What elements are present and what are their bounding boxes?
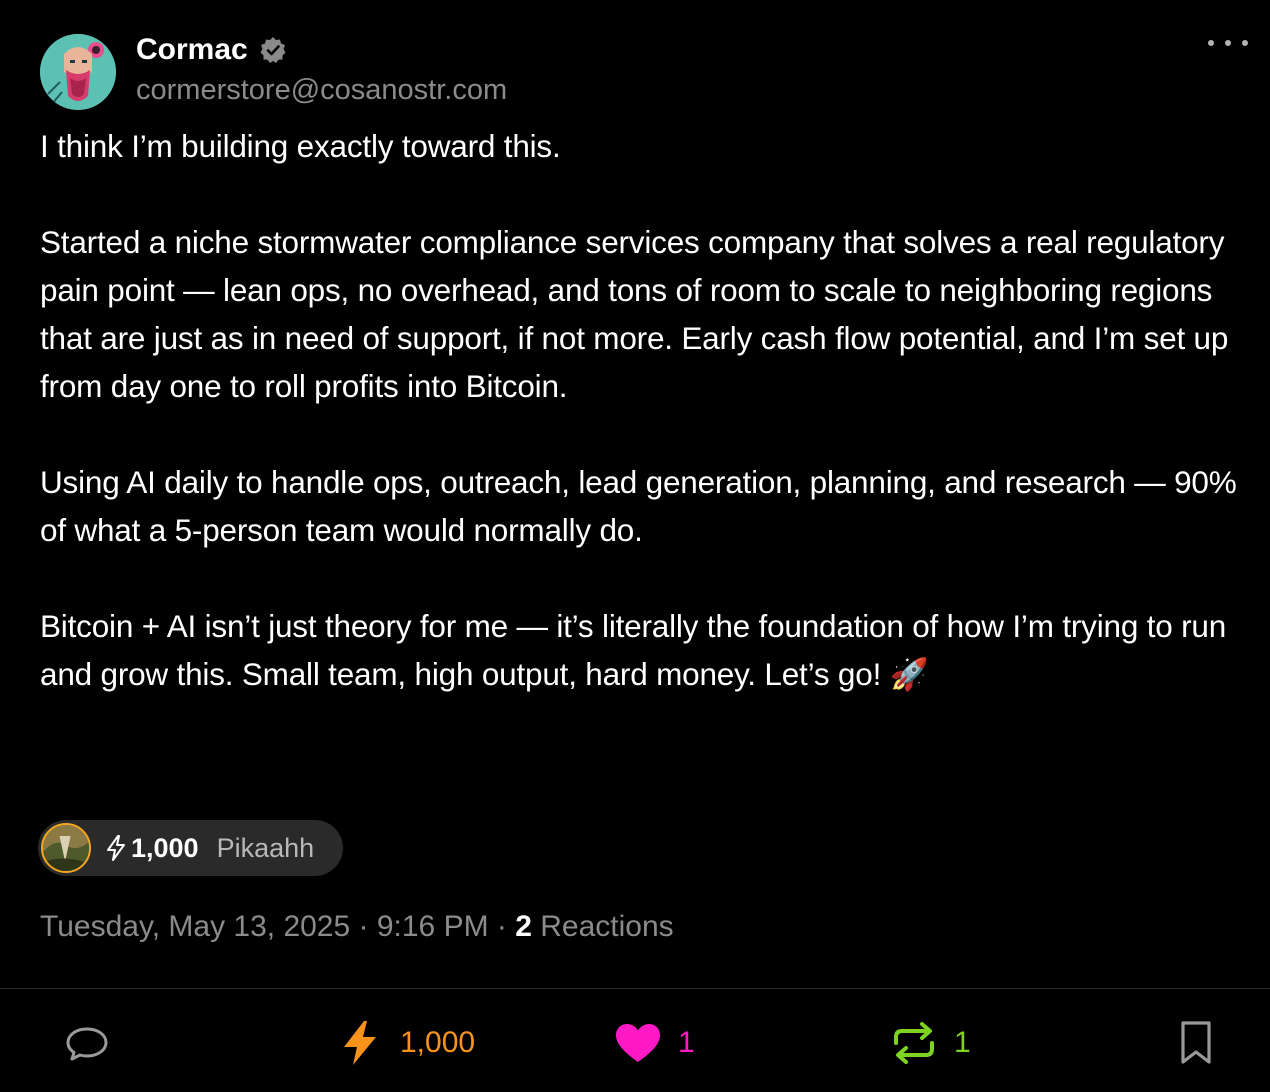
post-paragraph: I think I’m building exactly toward this… xyxy=(40,128,561,164)
repost-button[interactable]: 1 xyxy=(890,1010,971,1076)
dot xyxy=(1225,40,1231,46)
author-name-row: Cormac xyxy=(136,33,288,67)
reply-button[interactable] xyxy=(64,1010,110,1076)
heart-icon xyxy=(616,1024,660,1062)
action-bar: 1,000 1 1 xyxy=(0,1010,1270,1076)
zap-count: 1,000 xyxy=(400,1026,476,1059)
reactions-count[interactable]: 2 xyxy=(515,910,532,943)
post-meta: Tuesday, May 13, 2025 · 9:16 PM · 2 Reac… xyxy=(40,910,674,944)
post-paragraph: Bitcoin + AI isn’t just theory for me — … xyxy=(40,608,1235,692)
post-content: I think I’m building exactly toward this… xyxy=(40,122,1250,698)
repost-icon xyxy=(894,1022,934,1064)
lightning-bolt-icon xyxy=(344,1021,376,1065)
verified-badge-icon xyxy=(260,37,286,63)
author-name[interactable]: Cormac xyxy=(136,33,248,67)
zapper-name: Pikaahh xyxy=(216,832,315,863)
bookmark-button[interactable] xyxy=(1178,1010,1214,1076)
like-count: 1 xyxy=(678,1026,695,1059)
chat-bubble-icon xyxy=(66,1027,108,1061)
zapper-avatar xyxy=(41,823,91,873)
zap-button[interactable]: 1,000 xyxy=(340,1010,475,1076)
reactions-label[interactable]: Reactions xyxy=(532,910,673,943)
lightning-bolt-icon xyxy=(107,835,125,861)
post-paragraph: Using AI daily to handle ops, outreach, … xyxy=(40,464,1246,548)
post-timestamp[interactable]: Tuesday, May 13, 2025 · 9:16 PM · xyxy=(40,910,515,943)
more-dots-icon[interactable] xyxy=(1208,28,1248,58)
repost-count: 1 xyxy=(954,1026,971,1059)
top-zap-pill[interactable]: 1,000 Pikaahh xyxy=(38,820,343,876)
dot xyxy=(1208,40,1214,46)
dot xyxy=(1242,40,1248,46)
author-avatar[interactable] xyxy=(40,34,116,110)
bookmark-icon xyxy=(1181,1021,1211,1064)
divider xyxy=(0,988,1270,989)
author-handle[interactable]: cormerstore@cosanostr.com xyxy=(136,74,507,107)
post-paragraph: Started a niche stormwater compliance se… xyxy=(40,224,1237,404)
zap-amount: 1,000 xyxy=(131,832,199,863)
like-button[interactable]: 1 xyxy=(614,1010,695,1076)
